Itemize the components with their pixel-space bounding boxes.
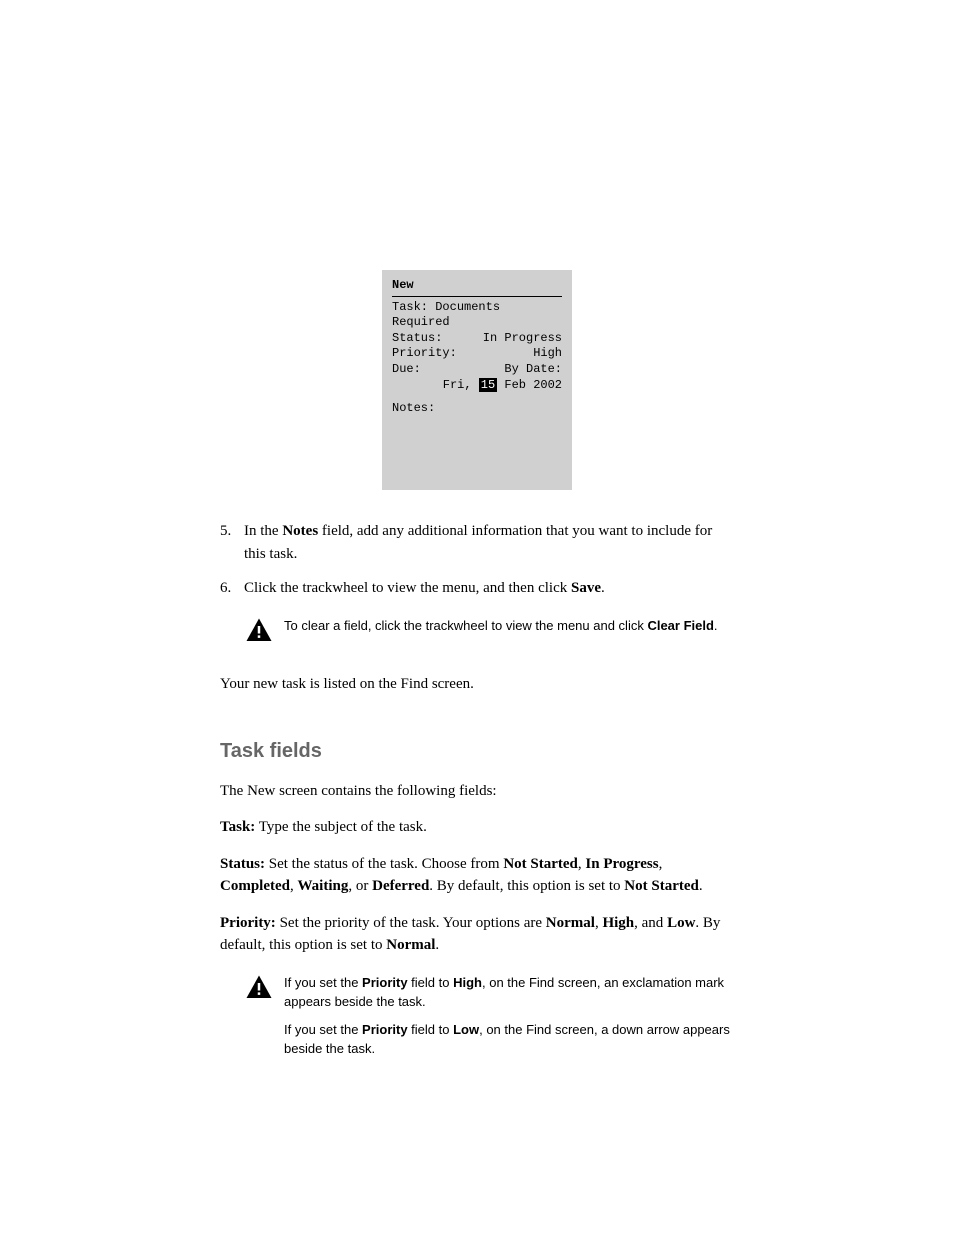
step-5: 5. In the Notes field, add any additiona… (220, 520, 734, 565)
paragraph-new-screen: The New screen contains the following fi… (220, 780, 734, 803)
device-due-value: By Date: (504, 362, 562, 378)
device-status-value: In Progress (483, 331, 562, 347)
device-date-suffix: Feb 2002 (497, 378, 562, 392)
clear-field-bold: Clear Field (647, 618, 713, 633)
device-priority-label: Priority: (392, 346, 457, 362)
warning-icon (244, 973, 284, 1011)
step-5-text: In the Notes field, add any additional i… (244, 520, 734, 565)
device-priority-value: High (533, 346, 562, 362)
device-screenshot: New Task: Documents Required Status: In … (382, 270, 572, 490)
status-label: Status: (220, 856, 265, 872)
device-due-label: Due: (392, 362, 421, 378)
priority-label: Priority: (220, 915, 276, 931)
priority-field-desc: Priority: Set the priority of the task. … (220, 912, 734, 957)
device-status-label: Status: (392, 331, 442, 347)
save-bold: Save (571, 580, 601, 596)
device-date-day: 15 (479, 378, 497, 392)
step-5-number: 5. (220, 520, 244, 565)
device-notes-label: Notes: (392, 401, 562, 417)
device-date-row: Fri, 15 Feb 2002 (392, 378, 562, 394)
status-field-desc: Status: Set the status of the task. Choo… (220, 853, 734, 898)
step-6-number: 6. (220, 577, 244, 600)
section-heading-task-fields: Task fields (220, 736, 734, 766)
device-date-prefix: Fri, (443, 378, 479, 392)
device-priority-row: Priority: High (392, 346, 562, 362)
device-title: New (392, 278, 562, 297)
note-block-1: To clear a field, click the trackwheel t… (244, 616, 734, 654)
notes-field-bold: Notes (282, 523, 318, 539)
device-task-row: Task: Documents Required (392, 300, 562, 331)
paragraph-find-screen: Your new task is listed on the Find scre… (220, 673, 734, 696)
task-field-desc: Task: Type the subject of the task. (220, 816, 734, 839)
warning-icon (244, 616, 284, 654)
note-block-2: If you set the Priority field to High, o… (244, 973, 734, 1067)
step-6: 6. Click the trackwheel to view the menu… (220, 577, 734, 600)
note-2-text: If you set the Priority field to High, o… (284, 973, 734, 1067)
device-due-row: Due: By Date: (392, 362, 562, 378)
note-1-text: To clear a field, click the trackwheel t… (284, 616, 734, 636)
task-label: Task: (220, 819, 255, 835)
page-content: New Task: Documents Required Status: In … (0, 0, 954, 1067)
step-6-text: Click the trackwheel to view the menu, a… (244, 577, 734, 600)
device-status-row: Status: In Progress (392, 331, 562, 347)
device-task-label: Task: (392, 300, 428, 314)
